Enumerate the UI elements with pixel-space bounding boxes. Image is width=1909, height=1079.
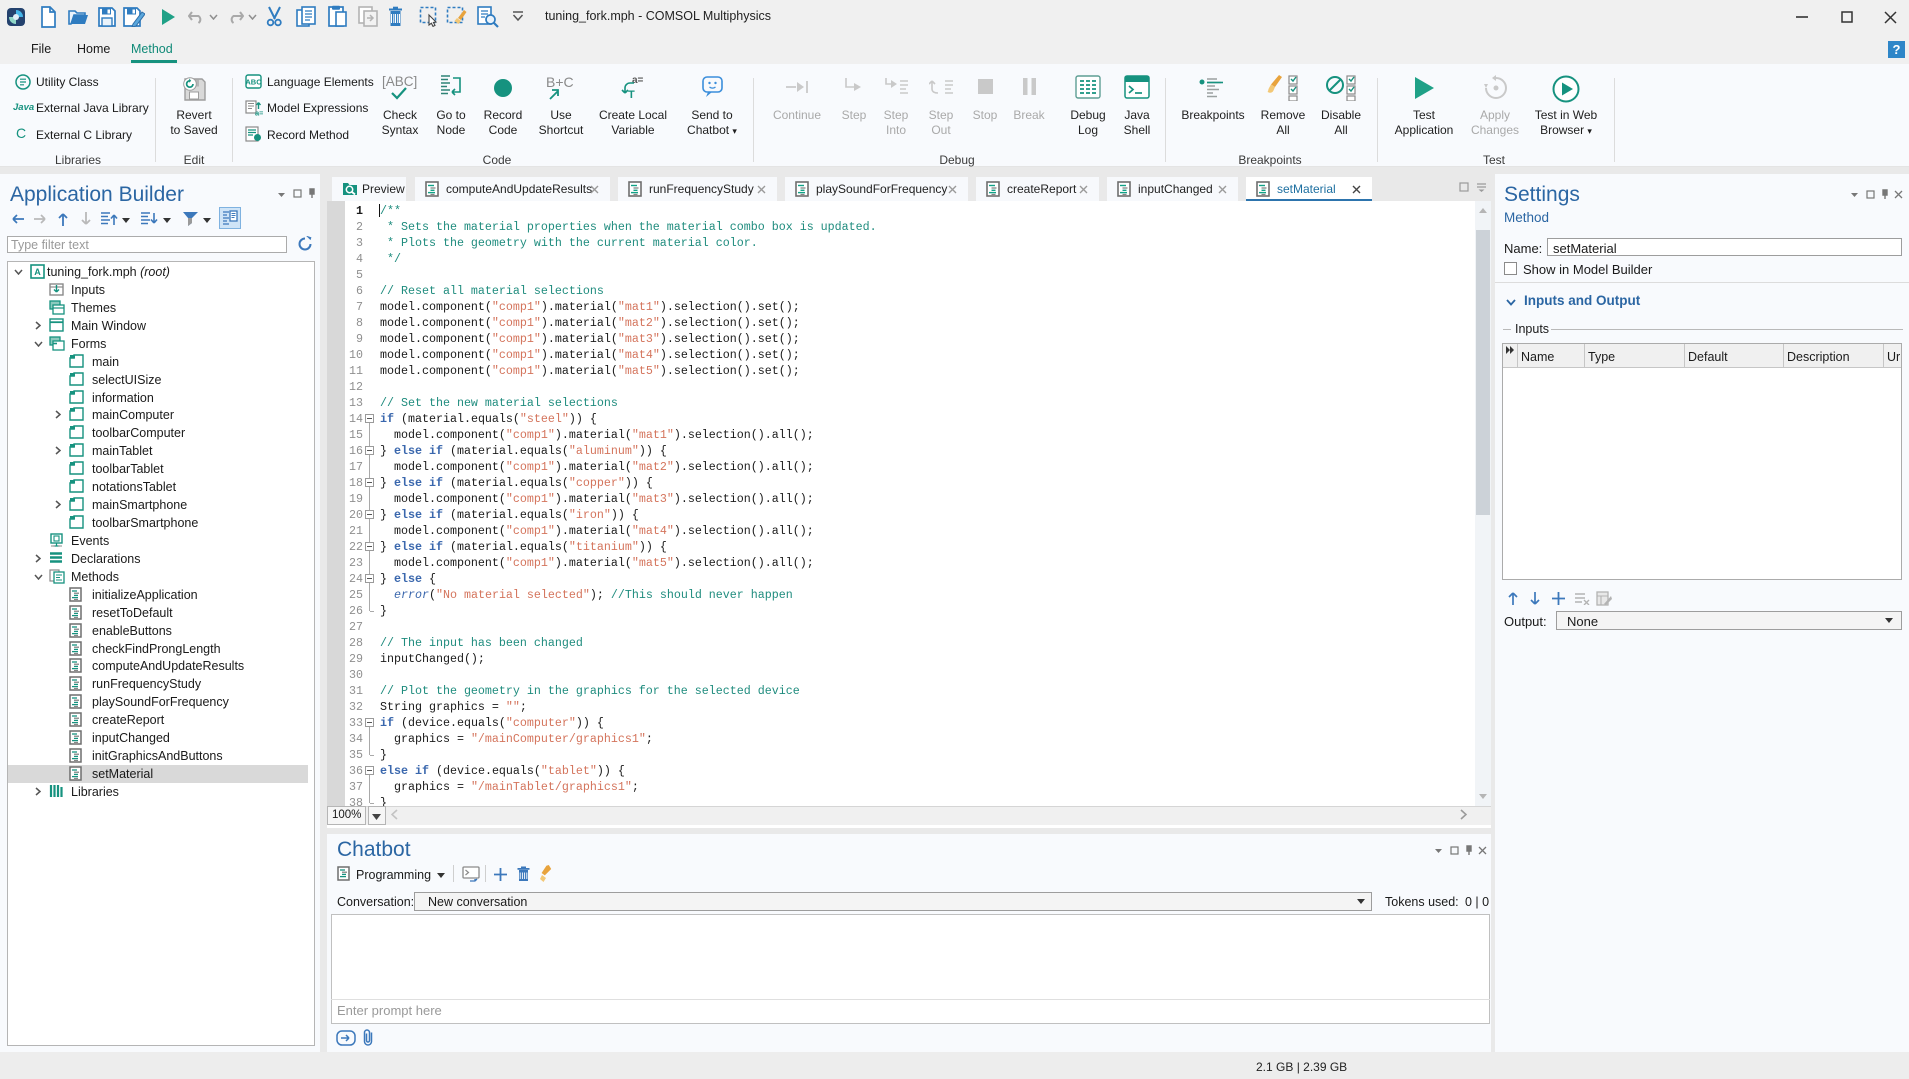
svg-text:a=: a= — [632, 75, 644, 86]
svg-text:A: A — [34, 267, 41, 277]
svg-text:a=: a= — [255, 109, 263, 117]
svg-text:ABC: ABC — [245, 78, 262, 87]
svg-text:T: T — [628, 89, 635, 100]
